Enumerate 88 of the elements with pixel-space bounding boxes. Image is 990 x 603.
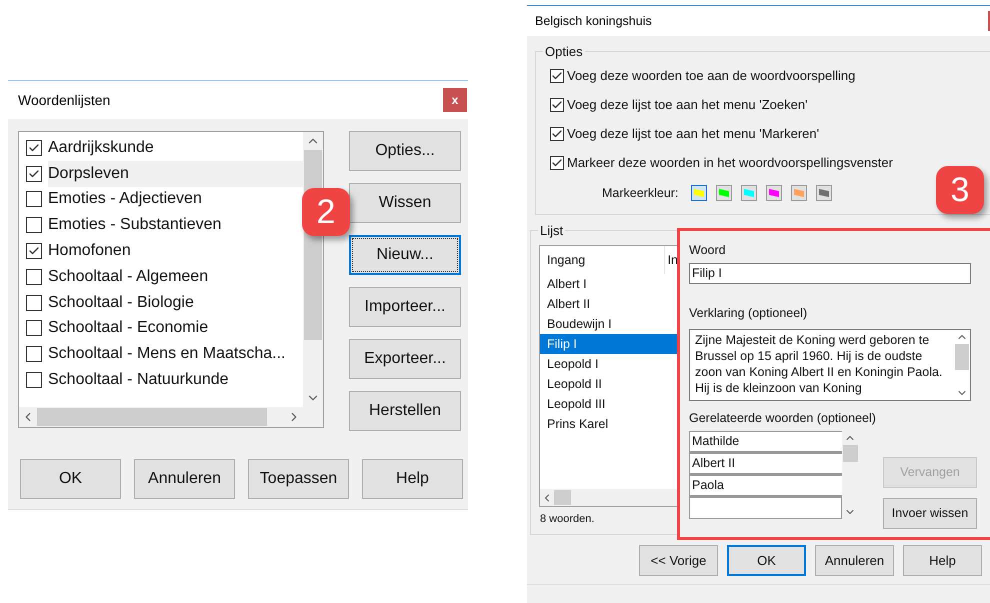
- button[interactable]: Invoer wissen: [883, 498, 977, 530]
- field-label: Gerelateerde woorden (optioneel): [689, 410, 877, 427]
- step-badge-overlay: 3: [936, 166, 984, 214]
- list-item[interactable]: Albert I: [540, 274, 678, 294]
- list-item[interactable]: Emoties - Adjectieven: [48, 186, 303, 212]
- scroll-thumb[interactable]: [842, 445, 858, 462]
- check-icon: [28, 168, 40, 180]
- checkbox[interactable]: [550, 156, 564, 170]
- list-item[interactable]: Schooltaal - Biologie: [48, 290, 303, 316]
- checkbox[interactable]: [26, 268, 42, 285]
- button[interactable]: Annuleren: [815, 545, 894, 576]
- color-label: Markeerkleur:: [602, 184, 678, 202]
- option-label: Voeg deze woorden toe aan de woordvoorspelling: [567, 67, 856, 86]
- checkbox[interactable]: [26, 140, 42, 156]
- list-item[interactable]: Leopold I: [540, 354, 678, 374]
- button[interactable]: Herstellen: [349, 391, 461, 431]
- checkbox[interactable]: [26, 166, 42, 182]
- list-item[interactable]: Schooltaal - Natuurkunde: [48, 367, 303, 393]
- checkbox[interactable]: [26, 346, 42, 362]
- window-title: Belgisch koningshuis: [535, 12, 652, 30]
- list-item[interactable]: Dorpsleven: [48, 160, 303, 187]
- color-swatch-button[interactable]: [791, 185, 808, 201]
- checkbox[interactable]: [550, 127, 564, 141]
- button[interactable]: Importeer...: [349, 287, 461, 327]
- checkbox[interactable]: [550, 69, 564, 83]
- window-title: Woordenlijsten: [18, 90, 110, 110]
- close-button[interactable]: x: [443, 88, 467, 112]
- step-badge-overlay: 2: [302, 188, 350, 236]
- scroll-thumb[interactable]: [554, 490, 571, 505]
- field-label: Verklaring (optioneel): [689, 304, 808, 322]
- color-swatch-button[interactable]: [816, 185, 832, 201]
- field-label: Woord: [689, 242, 727, 259]
- button[interactable]: << Vorige: [639, 545, 718, 576]
- button[interactable]: OK: [20, 459, 121, 499]
- list-item[interactable]: Aardrijkskunde: [48, 135, 303, 161]
- button[interactable]: Help: [903, 545, 982, 576]
- column-header[interactable]: Ingang: [540, 246, 665, 274]
- button[interactable]: OK: [727, 545, 806, 576]
- color-swatch-button[interactable]: [691, 185, 708, 201]
- button[interactable]: Wissen: [349, 183, 461, 223]
- explanation-text: Zijne Majesteit de Koning werd geboren te Brussel op 15 april 1960. Hij is de oudste zoon van Koning Albert II en Koningin Paola. Hij is de kleinzoon van Koning: [694, 332, 944, 397]
- checkbox[interactable]: [26, 294, 42, 311]
- color-swatch-button[interactable]: [766, 185, 782, 201]
- word-field[interactable]: Filip I: [689, 262, 971, 284]
- related-word-field[interactable]: Paola: [689, 475, 842, 498]
- horizontal-scrollbar[interactable]: [540, 489, 678, 506]
- button[interactable]: Opties...: [349, 131, 461, 171]
- check-icon: [551, 70, 563, 82]
- list-item[interactable]: Leopold III: [540, 394, 678, 414]
- related-word-field[interactable]: Albert II: [689, 453, 842, 476]
- related-word-field[interactable]: [689, 497, 842, 520]
- explanation-field[interactable]: Zijne Majesteit de Koning werd geboren te Brussel op 15 april 1960. Hij is de oudste zoon van Koning Albert II en Koningin Paola. Hij is de kleinzoon van Koning: [689, 328, 971, 400]
- button[interactable]: Toepassen: [248, 459, 349, 499]
- check-icon: [551, 99, 563, 111]
- button[interactable]: Annuleren: [134, 459, 235, 499]
- horizontal-scrollbar[interactable]: [19, 407, 323, 427]
- list-item[interactable]: Schooltaal - Economie: [48, 316, 303, 342]
- scroll-thumb[interactable]: [37, 408, 267, 426]
- color-swatch-button[interactable]: [741, 185, 758, 201]
- column-header[interactable]: In: [664, 250, 678, 270]
- button[interactable]: Help: [362, 459, 463, 499]
- option-label: Voeg deze lijst toe aan het menu 'Markeren': [567, 125, 820, 144]
- word-count: 8 woorden.: [539, 512, 596, 527]
- list-item[interactable]: Filip I: [540, 334, 678, 354]
- check-icon: [551, 157, 563, 169]
- checkbox[interactable]: [26, 191, 42, 208]
- button[interactable]: Nieuw...: [349, 235, 461, 275]
- scroll-thumb[interactable]: [955, 344, 969, 370]
- checkbox[interactable]: [26, 320, 42, 336]
- list-item[interactable]: Emoties - Substantieven: [48, 212, 303, 238]
- checkbox[interactable]: [26, 243, 42, 260]
- list-item[interactable]: Schooltaal - Mens en Maatscha...: [48, 341, 303, 368]
- list-item[interactable]: Leopold II: [540, 374, 678, 394]
- list-item[interactable]: Albert II: [540, 294, 678, 314]
- option-label: Markeer deze woorden in het woordvoorspellingsvenster: [567, 154, 893, 172]
- button[interactable]: Exporteer...: [349, 339, 461, 379]
- option-label: Voeg deze lijst toe aan het menu 'Zoeken': [567, 96, 808, 114]
- check-icon: [551, 128, 563, 140]
- checkbox[interactable]: [550, 98, 564, 112]
- list-item[interactable]: Boudewijn I: [540, 314, 678, 334]
- color-swatch-button[interactable]: [716, 185, 732, 201]
- checkbox[interactable]: [26, 372, 42, 388]
- checkbox[interactable]: [26, 217, 42, 234]
- check-icon: [28, 142, 40, 154]
- list-item[interactable]: Homofonen: [48, 238, 303, 264]
- list-item[interactable]: Schooltaal - Algemeen: [48, 264, 303, 290]
- list-item[interactable]: Prins Karel: [540, 414, 678, 434]
- related-word-field[interactable]: Mathilde: [689, 431, 842, 454]
